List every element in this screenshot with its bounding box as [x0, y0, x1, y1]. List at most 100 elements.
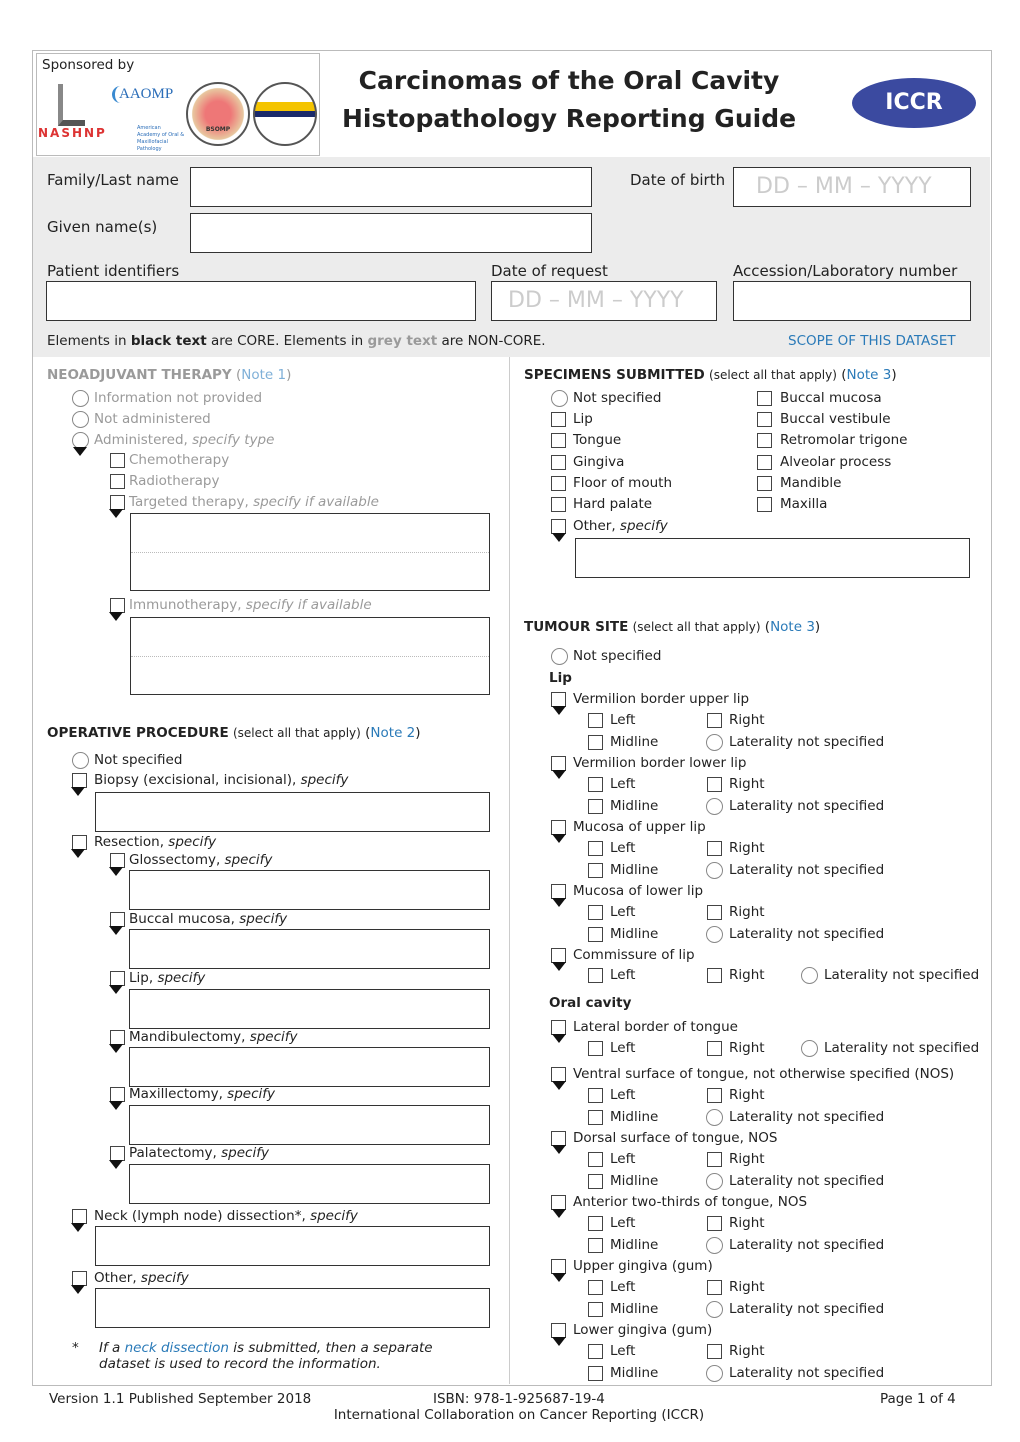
dob-field[interactable]: DD – MM – YYYY	[733, 167, 971, 207]
checkbox[interactable]	[757, 455, 772, 470]
checkbox[interactable]	[757, 433, 772, 448]
checkbox[interactable]	[588, 968, 603, 983]
radio[interactable]	[72, 752, 89, 769]
specify-text-box[interactable]	[129, 1047, 490, 1087]
radio[interactable]	[551, 648, 568, 665]
checkbox[interactable]	[588, 1088, 603, 1103]
checkbox[interactable]	[707, 905, 722, 920]
note-link[interactable]: Note 2	[370, 725, 415, 741]
radio[interactable]	[801, 1040, 818, 1057]
checkbox[interactable]	[588, 1302, 603, 1317]
neck-dissection-link[interactable]: neck dissection	[125, 1340, 229, 1356]
checkbox[interactable]	[588, 1041, 603, 1056]
checkbox[interactable]	[551, 519, 566, 534]
radio[interactable]	[706, 1173, 723, 1190]
checkbox[interactable]	[72, 835, 87, 850]
note-link[interactable]: Note 3	[770, 619, 815, 635]
checkbox[interactable]	[551, 692, 566, 707]
checkbox[interactable]	[588, 1238, 603, 1253]
checkbox[interactable]	[588, 905, 603, 920]
radio[interactable]	[801, 967, 818, 984]
checkbox[interactable]	[707, 1152, 722, 1167]
checkbox[interactable]	[551, 1131, 566, 1146]
checkbox[interactable]	[551, 948, 566, 963]
radio[interactable]	[706, 734, 723, 751]
checkbox[interactable]	[588, 1110, 603, 1125]
checkbox[interactable]	[551, 1067, 566, 1082]
checkbox[interactable]	[707, 1280, 722, 1295]
specify-text-box[interactable]	[95, 1226, 490, 1266]
checkbox[interactable]	[707, 841, 722, 856]
radio[interactable]	[706, 1365, 723, 1382]
checkbox[interactable]	[110, 598, 125, 613]
checkbox[interactable]	[588, 1152, 603, 1167]
radio[interactable]	[706, 1109, 723, 1126]
checkbox[interactable]	[707, 713, 722, 728]
checkbox[interactable]	[757, 476, 772, 491]
specify-text-box[interactable]	[129, 1164, 490, 1204]
radio[interactable]	[72, 390, 89, 407]
note-link[interactable]: Note 1	[241, 367, 286, 383]
checkbox[interactable]	[757, 497, 772, 512]
radio[interactable]	[706, 1301, 723, 1318]
checkbox[interactable]	[588, 1216, 603, 1231]
checkbox[interactable]	[588, 735, 603, 750]
radio[interactable]	[72, 411, 89, 428]
checkbox[interactable]	[72, 1271, 87, 1286]
given-names-field[interactable]	[190, 213, 592, 253]
specify-text-box[interactable]	[129, 1105, 490, 1145]
checkbox[interactable]	[551, 1020, 566, 1035]
checkbox[interactable]	[551, 433, 566, 448]
checkbox[interactable]	[551, 820, 566, 835]
checkbox[interactable]	[588, 927, 603, 942]
checkbox[interactable]	[588, 1280, 603, 1295]
specify-text-box[interactable]	[129, 929, 490, 969]
specify-text-box[interactable]	[130, 617, 490, 695]
checkbox[interactable]	[72, 773, 87, 788]
checkbox[interactable]	[551, 1323, 566, 1338]
radio[interactable]	[706, 926, 723, 943]
checkbox[interactable]	[110, 453, 125, 468]
checkbox[interactable]	[551, 497, 566, 512]
checkbox[interactable]	[551, 1259, 566, 1274]
checkbox[interactable]	[707, 1344, 722, 1359]
checkbox[interactable]	[110, 474, 125, 489]
date-of-request-field[interactable]: DD – MM – YYYY	[491, 281, 717, 321]
note-link[interactable]: Note 3	[846, 367, 891, 383]
checkbox[interactable]	[588, 799, 603, 814]
scope-link[interactable]: SCOPE OF THIS DATASET	[788, 332, 956, 350]
checkbox[interactable]	[707, 1088, 722, 1103]
checkbox[interactable]	[110, 1030, 125, 1045]
checkbox[interactable]	[588, 1344, 603, 1359]
checkbox[interactable]	[551, 756, 566, 771]
checkbox[interactable]	[707, 777, 722, 792]
checkbox[interactable]	[551, 476, 566, 491]
checkbox[interactable]	[588, 863, 603, 878]
specify-text-box[interactable]	[129, 989, 490, 1029]
checkbox[interactable]	[110, 912, 125, 927]
checkbox[interactable]	[707, 968, 722, 983]
checkbox[interactable]	[588, 841, 603, 856]
specify-text-box[interactable]	[129, 870, 490, 910]
checkbox[interactable]	[72, 1209, 87, 1224]
checkbox[interactable]	[110, 853, 125, 868]
family-name-field[interactable]	[190, 167, 592, 207]
radio[interactable]	[706, 862, 723, 879]
checkbox[interactable]	[757, 412, 772, 427]
checkbox[interactable]	[588, 713, 603, 728]
checkbox[interactable]	[551, 1195, 566, 1210]
checkbox[interactable]	[551, 455, 566, 470]
checkbox[interactable]	[707, 1216, 722, 1231]
checkbox[interactable]	[110, 1146, 125, 1161]
checkbox[interactable]	[588, 777, 603, 792]
radio[interactable]	[706, 798, 723, 815]
specify-text-box[interactable]	[95, 792, 490, 832]
checkbox[interactable]	[110, 1087, 125, 1102]
specify-text-box[interactable]	[95, 1288, 490, 1328]
checkbox[interactable]	[588, 1174, 603, 1189]
radio[interactable]	[551, 390, 568, 407]
radio[interactable]	[706, 1237, 723, 1254]
patient-identifiers-field[interactable]	[46, 281, 476, 321]
checkbox[interactable]	[551, 412, 566, 427]
checkbox[interactable]	[110, 495, 125, 510]
